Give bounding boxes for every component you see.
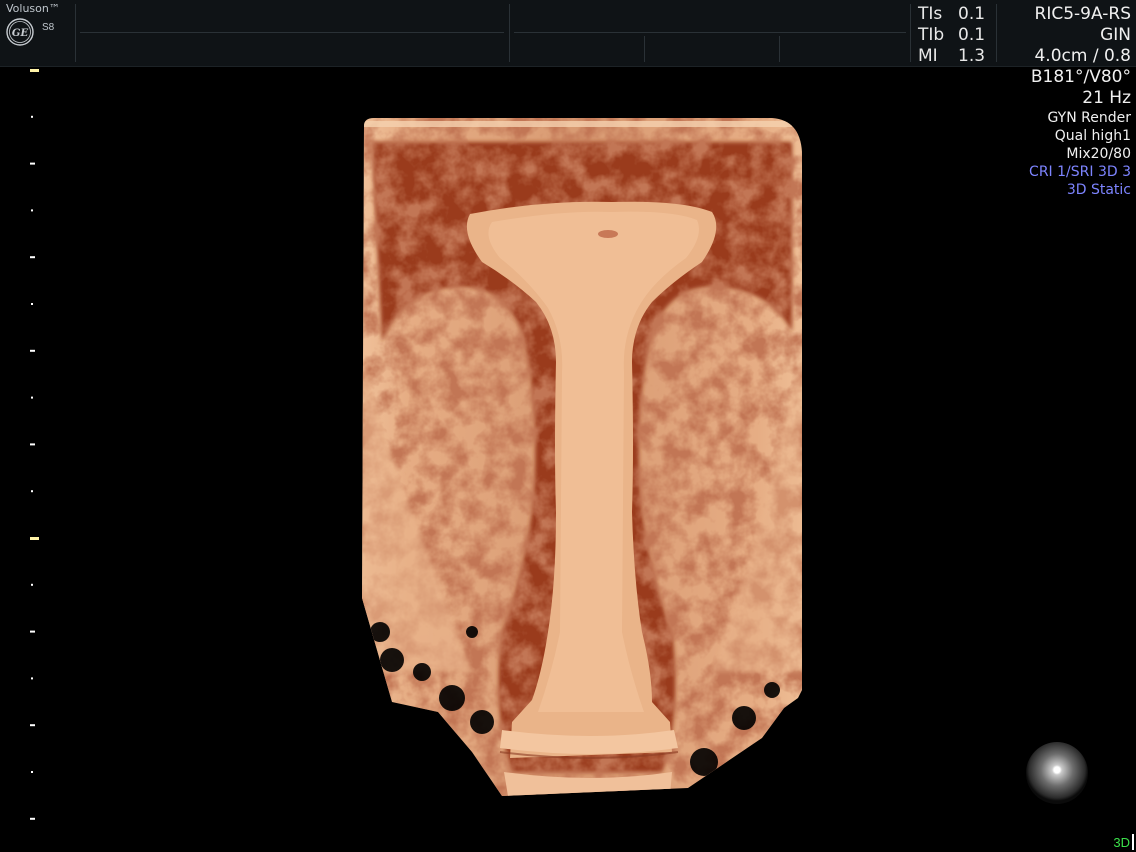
mode-indicator: 3D xyxy=(1113,835,1130,850)
depth-ruler xyxy=(30,69,39,820)
frame-rate: 21 Hz xyxy=(1082,88,1131,108)
safety-indices: TIs 0.1 TIb 0.1 MI 1.3 xyxy=(918,4,985,67)
depth-tick xyxy=(30,349,35,352)
ge-logo-icon: GE xyxy=(6,18,34,46)
cri-sri-setting: CRI 1/SRI 3D 3 xyxy=(1029,164,1131,180)
angle-info: B181°/V80° xyxy=(1030,67,1131,87)
divider xyxy=(779,36,780,62)
divider xyxy=(910,4,911,62)
depth-tick xyxy=(30,162,35,165)
quality-setting: Qual high1 xyxy=(1054,128,1131,144)
probe-name: RIC5-9A-RS xyxy=(1034,4,1131,24)
depth-tick xyxy=(31,583,33,586)
divider xyxy=(514,32,906,33)
divider xyxy=(80,32,504,33)
3d-render-volume[interactable] xyxy=(352,112,812,808)
index-value: 0.1 xyxy=(958,4,986,24)
depth-tick xyxy=(30,817,35,820)
depth-tick xyxy=(31,303,33,305)
index-value: 1.3 xyxy=(958,46,986,66)
divider xyxy=(75,4,76,62)
light-source-icon[interactable] xyxy=(1026,742,1088,804)
depth-tick xyxy=(30,630,35,633)
index-row: TIb 0.1 xyxy=(918,25,985,46)
scan-mode: 3D Static xyxy=(1066,182,1131,198)
divider xyxy=(509,4,510,62)
depth-info: 4.0cm / 0.8 xyxy=(1034,46,1131,66)
acquisition-info-panel: RIC5-9A-RS GIN 4.0cm / 0.8 B181°/V80° 21… xyxy=(1029,4,1131,199)
depth-tick xyxy=(31,771,33,773)
cursor-marker xyxy=(1132,834,1134,850)
depth-tick xyxy=(30,443,35,446)
preset-name: GIN xyxy=(1100,25,1131,45)
depth-tick xyxy=(30,724,35,727)
depth-tick xyxy=(30,256,35,259)
brand-name: Voluson™ xyxy=(6,2,60,15)
render-mode: GYN Render xyxy=(1047,110,1131,126)
index-value: 0.1 xyxy=(958,25,986,45)
depth-tick xyxy=(31,396,33,399)
divider xyxy=(644,36,645,62)
depth-tick xyxy=(31,490,33,493)
index-label: MI xyxy=(918,46,938,66)
index-label: TIb xyxy=(918,25,945,45)
depth-tick xyxy=(31,677,33,680)
index-label: TIs xyxy=(918,4,943,24)
depth-tick xyxy=(30,537,39,540)
ge-logo-text: GE xyxy=(12,28,29,39)
index-row: TIs 0.1 xyxy=(918,4,985,25)
model-name: S8 xyxy=(42,22,55,33)
index-row: MI 1.3 xyxy=(918,46,985,67)
mix-setting: Mix20/80 xyxy=(1066,146,1131,162)
divider xyxy=(996,4,997,62)
depth-tick xyxy=(31,209,33,212)
depth-tick xyxy=(31,115,33,118)
depth-tick xyxy=(30,69,39,72)
